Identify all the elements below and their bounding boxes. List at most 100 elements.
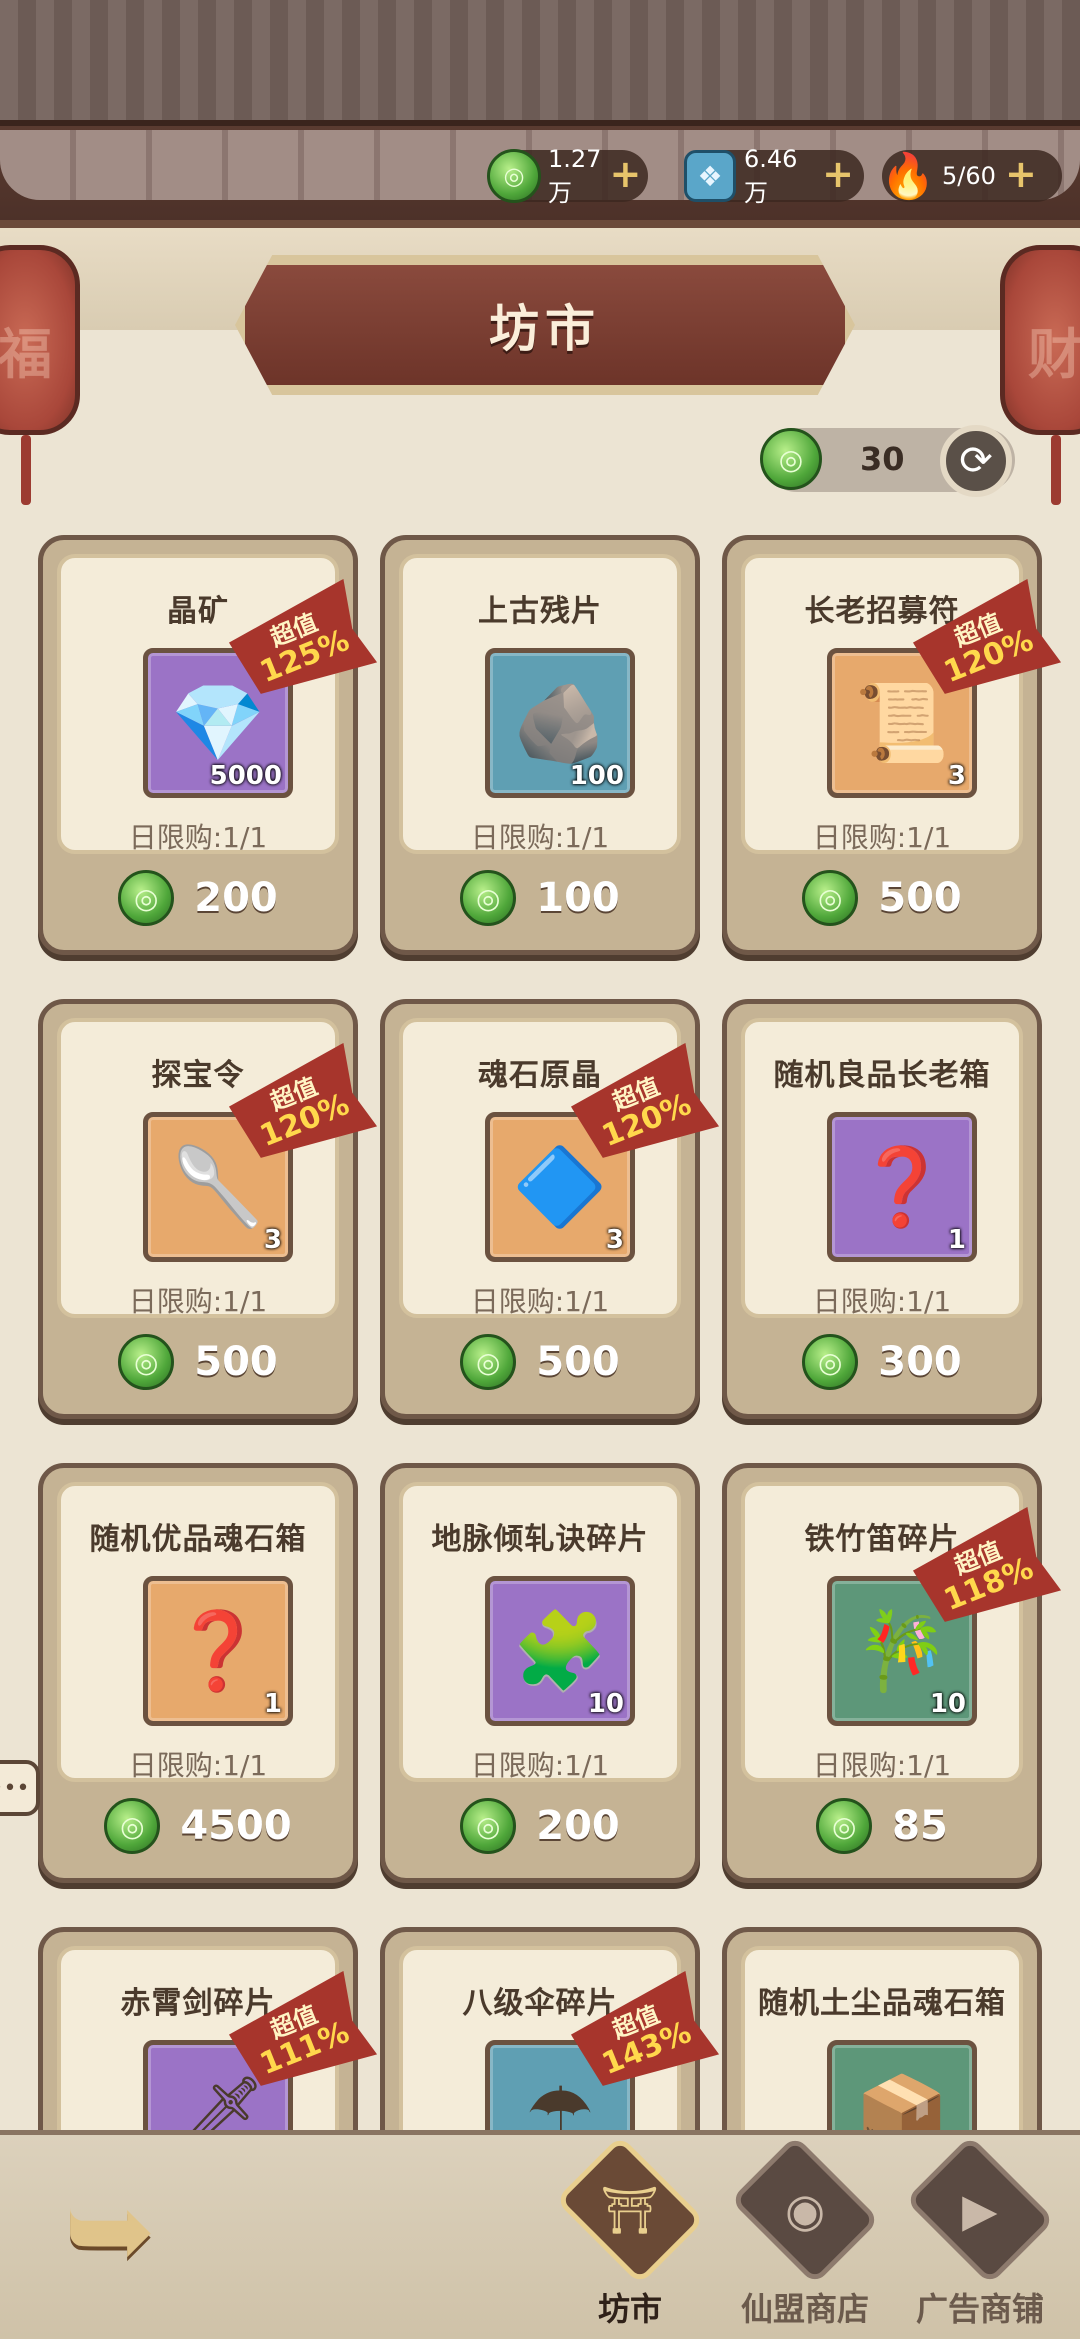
card-panel: 晶矿 💎 5000 日限购:1/1 — [57, 554, 339, 854]
item-quantity: 1 — [947, 1225, 966, 1255]
card-panel: 探宝令 🥄 3 日限购:1/1 — [57, 1018, 339, 1318]
jade-coin-icon: ◎ — [816, 1798, 873, 1854]
currency-jade-value: 1.27万 — [548, 144, 602, 207]
shop-item-card[interactable]: 探宝令 🥄 3 日限购:1/1 ◎ 500 超值 120% — [38, 999, 358, 1419]
item-price: 300 — [878, 1339, 962, 1385]
item-name: 随机优品魂石箱 — [89, 1522, 307, 1557]
item-icon-frame: 🧩 10 — [485, 1576, 635, 1726]
item-name: 随机良品长老箱 — [773, 1058, 991, 1093]
shop-item-card[interactable]: 铁竹笛碎片 🎋 10 日限购:1/1 ◎ 85 超值 118% — [722, 1463, 1042, 1883]
daily-limit: 日限购:1/1 — [812, 1749, 952, 1782]
jade-coin-icon: ◎ — [460, 1334, 517, 1390]
refresh-cost: 30 — [860, 440, 905, 478]
price-button[interactable]: ◎ 200 — [385, 1796, 695, 1856]
add-stamina-button[interactable]: + — [1004, 155, 1038, 193]
daily-limit: 日限购:1/1 — [812, 821, 952, 854]
add-crystal-button[interactable]: + — [822, 155, 854, 193]
shop-grid: 晶矿 💎 5000 日限购:1/1 ◎ 200 超值 125% 上古残片 🪨 100 日限购:1/1 ◎… — [38, 535, 1046, 2339]
price-button[interactable]: ◎ 200 — [43, 868, 353, 928]
card-panel: 随机优品魂石箱 ❓ 1 日限购:1/1 — [57, 1482, 339, 1782]
card-panel: 长老招募符 📜 3 日限购:1/1 — [741, 554, 1023, 854]
item-price: 500 — [194, 1339, 278, 1385]
item-quantity: 3 — [263, 1225, 282, 1255]
price-button[interactable]: ◎ 500 — [43, 1332, 353, 1392]
item-price: 85 — [892, 1803, 948, 1849]
tab-ad-shop-label: 广告商铺 — [915, 2290, 1044, 2328]
video-play-icon: ▶ — [905, 2135, 1055, 2285]
shop-item-card[interactable]: 随机优品魂石箱 ❓ 1 日限购:1/1 ◎ 4500 — [38, 1463, 358, 1883]
item-icon-frame: ❓ 1 — [143, 1576, 293, 1726]
card-panel: 魂石原晶 🔷 3 日限购:1/1 — [399, 1018, 681, 1318]
tab-alliance-shop[interactable]: ◉ 仙盟商店 — [730, 2135, 880, 2330]
jade-coin-icon: ◎ — [460, 1798, 517, 1854]
item-quantity: 1 — [263, 1689, 282, 1719]
item-quantity: 3 — [947, 761, 966, 791]
lantern-left: 福 — [0, 245, 80, 505]
lantern-right: 财 — [1000, 245, 1080, 505]
blue-crystal-icon: ❖ — [684, 150, 736, 202]
item-price: 500 — [878, 875, 962, 921]
pagoda-icon: ⛩ — [555, 2135, 705, 2285]
currency-crystal: ❖ 6.46万 + — [684, 145, 864, 207]
daily-limit: 日限购:1/1 — [128, 821, 268, 854]
shop-item-card[interactable]: 魂石原晶 🔷 3 日限购:1/1 ◎ 500 超值 120% — [380, 999, 700, 1419]
lantern-left-char: 福 — [0, 323, 52, 386]
back-button[interactable]: ➥ — [30, 2166, 190, 2294]
card-panel: 铁竹笛碎片 🎋 10 日限购:1/1 — [741, 1482, 1023, 1782]
item-name: 随机土尘品魂石箱 — [758, 1986, 1006, 2021]
card-panel: 地脉倾轧诀碎片 🧩 10 日限购:1/1 — [399, 1482, 681, 1782]
alliance-coin-icon: ◉ — [730, 2135, 880, 2285]
tab-alliance-shop-label: 仙盟商店 — [740, 2290, 869, 2328]
shop-item-card[interactable]: 随机良品长老箱 ❓ 1 日限购:1/1 ◎ 300 — [722, 999, 1042, 1419]
price-button[interactable]: ◎ 500 — [727, 868, 1037, 928]
daily-limit: 日限购:1/1 — [128, 1749, 268, 1782]
price-button[interactable]: ◎ 100 — [385, 868, 695, 928]
chat-bubble-button[interactable]: ••• — [0, 1760, 40, 1816]
item-quantity: 5000 — [209, 761, 282, 791]
daily-limit: 日限购:1/1 — [470, 1749, 610, 1782]
tab-market-label: 坊市 — [597, 2290, 662, 2328]
price-button[interactable]: ◎ 500 — [385, 1332, 695, 1392]
item-quantity: 10 — [929, 1689, 966, 1719]
item-price: 500 — [536, 1339, 620, 1385]
item-icon-frame: 🪨 100 — [485, 648, 635, 798]
refresh-button[interactable]: ⟳ — [940, 425, 1012, 497]
item-name: 上古残片 — [478, 594, 602, 629]
item-price: 100 — [536, 875, 620, 921]
daily-limit: 日限购:1/1 — [470, 1285, 610, 1318]
add-jade-button[interactable]: + — [609, 155, 641, 193]
jade-coin-icon: ◎ — [104, 1798, 161, 1854]
currency-stamina-value: 5/60 — [942, 162, 996, 190]
back-arrow-icon: ➥ — [63, 2166, 157, 2294]
jade-coin-icon: ◎ — [460, 870, 517, 926]
shop-item-card[interactable]: 地脉倾轧诀碎片 🧩 10 日限购:1/1 ◎ 200 — [380, 1463, 700, 1883]
item-quantity: 10 — [587, 1689, 624, 1719]
currency-jade: ◎ 1.27万 + — [487, 145, 648, 207]
item-price: 4500 — [180, 1803, 292, 1849]
daily-limit: 日限购:1/1 — [812, 1285, 952, 1318]
lantern-right-char: 财 — [1028, 323, 1080, 386]
item-name: 地脉倾轧诀碎片 — [431, 1522, 649, 1557]
jade-coin-icon: ◎ — [802, 870, 859, 926]
shop-item-card[interactable]: 上古残片 🪨 100 日限购:1/1 ◎ 100 — [380, 535, 700, 955]
card-panel: 随机良品长老箱 ❓ 1 日限购:1/1 — [741, 1018, 1023, 1318]
daily-limit: 日限购:1/1 — [128, 1285, 268, 1318]
daily-limit: 日限购:1/1 — [470, 821, 610, 854]
currency-crystal-value: 6.46万 — [744, 144, 798, 207]
price-button[interactable]: ◎ 85 — [727, 1796, 1037, 1856]
refresh-icon: ⟳ — [959, 438, 993, 484]
shop-item-card[interactable]: 长老招募符 📜 3 日限购:1/1 ◎ 500 超值 120% — [722, 535, 1042, 955]
tab-market[interactable]: ⛩ 坊市 — [555, 2135, 705, 2330]
title-plaque: 坊市 — [235, 255, 855, 395]
flame-icon: 🔥 — [880, 151, 936, 202]
item-icon-frame: ❓ 1 — [827, 1112, 977, 1262]
page-title: 坊市 — [489, 300, 601, 358]
jade-coin-icon: ◎ — [802, 1334, 859, 1390]
price-button[interactable]: ◎ 4500 — [43, 1796, 353, 1856]
tab-ad-shop[interactable]: ▶ 广告商铺 — [905, 2135, 1055, 2330]
refresh-jade-icon: ◎ — [760, 428, 822, 490]
item-price: 200 — [194, 875, 278, 921]
price-button[interactable]: ◎ 300 — [727, 1332, 1037, 1392]
shop-item-card[interactable]: 晶矿 💎 5000 日限购:1/1 ◎ 200 超值 125% — [38, 535, 358, 955]
item-quantity: 100 — [569, 761, 624, 791]
